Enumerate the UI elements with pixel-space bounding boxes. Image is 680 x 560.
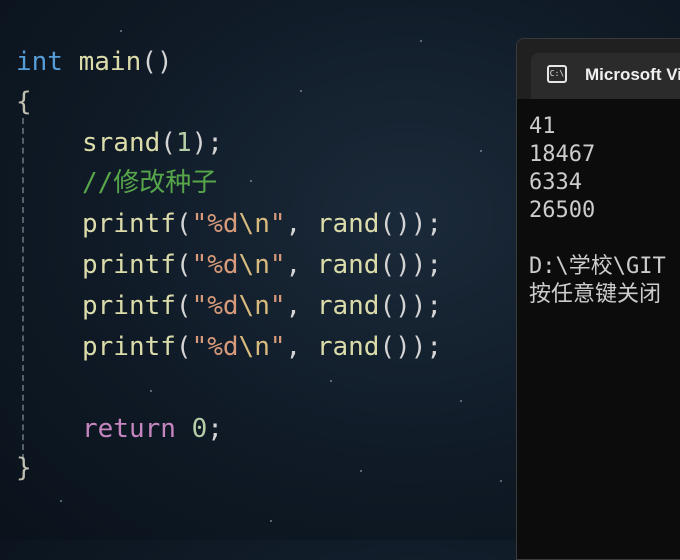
- format-string-end: ": [269, 332, 286, 362]
- keyword-int: int: [16, 47, 63, 77]
- return-value: 0: [191, 414, 208, 444]
- output-line-path: D:\学校\GIT: [529, 254, 666, 279]
- function-printf: printf: [82, 332, 176, 362]
- output-line: 26500: [529, 198, 596, 223]
- escape-newline: \n: [238, 291, 270, 321]
- output-line: 6334: [529, 170, 582, 195]
- escape-newline: \n: [238, 209, 270, 239]
- code-line-printf[interactable]: printf("%d\n", rand());: [16, 286, 442, 326]
- return-semicolon: ;: [207, 414, 223, 444]
- printf-open-paren: (: [175, 291, 192, 321]
- keyword-return: return: [82, 414, 176, 444]
- format-string-end: ": [269, 209, 286, 239]
- escape-newline: \n: [238, 332, 270, 362]
- terminal-icon: C:\: [547, 65, 567, 83]
- format-string-start: "%d: [191, 291, 239, 321]
- code-line-open-brace[interactable]: {: [16, 82, 32, 122]
- format-string-start: "%d: [191, 332, 239, 362]
- format-string-end: ": [269, 250, 286, 280]
- rand-call-tail: ());: [379, 332, 443, 362]
- console-tab[interactable]: C:\ Microsoft Vi: [531, 53, 680, 99]
- code-line-comment[interactable]: //修改种子: [16, 163, 217, 203]
- output-line-press-any-key: 按任意键关闭: [529, 282, 662, 307]
- open-brace: {: [16, 87, 32, 117]
- srand-open-paren: (: [160, 128, 176, 158]
- main-parens: (): [141, 47, 173, 77]
- console-window[interactable]: C:\ Microsoft Vi 41 18467 6334 26500 D:\…: [516, 38, 680, 560]
- srand-close: );: [191, 128, 223, 158]
- function-printf: printf: [82, 209, 176, 239]
- console-titlebar[interactable]: C:\ Microsoft Vi: [517, 39, 680, 99]
- function-rand: rand: [316, 250, 380, 280]
- format-string-start: "%d: [191, 209, 239, 239]
- printf-open-paren: (: [175, 332, 192, 362]
- rand-call-tail: ());: [379, 209, 443, 239]
- arg-comma: ,: [285, 291, 317, 321]
- function-rand: rand: [316, 291, 380, 321]
- function-rand: rand: [316, 209, 380, 239]
- close-brace: }: [16, 453, 32, 483]
- function-rand: rand: [316, 332, 380, 362]
- code-line-return[interactable]: return 0;: [16, 409, 223, 449]
- arg-comma: ,: [285, 332, 317, 362]
- printf-open-paren: (: [175, 250, 192, 280]
- srand-argument: 1: [175, 128, 192, 158]
- format-string-end: ": [269, 291, 286, 321]
- printf-open-paren: (: [175, 209, 192, 239]
- output-line: 41: [529, 114, 556, 139]
- code-line-printf[interactable]: printf("%d\n", rand());: [16, 327, 442, 367]
- comment-modify-seed: //修改种子: [82, 168, 218, 198]
- rand-call-tail: ());: [379, 291, 443, 321]
- arg-comma: ,: [285, 209, 317, 239]
- rand-call-tail: ());: [379, 250, 443, 280]
- function-printf: printf: [82, 291, 176, 321]
- format-string-start: "%d: [191, 250, 239, 280]
- function-srand: srand: [82, 128, 161, 158]
- code-line-printf[interactable]: printf("%d\n", rand());: [16, 204, 442, 244]
- function-printf: printf: [82, 250, 176, 280]
- console-output[interactable]: 41 18467 6334 26500 D:\学校\GIT 按任意键关闭: [517, 99, 680, 309]
- code-editor[interactable]: int main() { srand(1); //修改种子 printf("%d…: [0, 0, 516, 540]
- escape-newline: \n: [238, 250, 270, 280]
- code-line-srand[interactable]: srand(1);: [16, 123, 223, 163]
- console-tab-title: Microsoft Vi: [585, 65, 680, 84]
- output-line: 18467: [529, 142, 596, 167]
- output-line-blank: [529, 225, 680, 253]
- code-line-main-signature[interactable]: int main(): [16, 42, 173, 82]
- code-line-close-brace[interactable]: }: [16, 448, 32, 488]
- arg-comma: ,: [285, 250, 317, 280]
- function-main: main: [78, 47, 142, 77]
- code-line-printf[interactable]: printf("%d\n", rand());: [16, 245, 442, 285]
